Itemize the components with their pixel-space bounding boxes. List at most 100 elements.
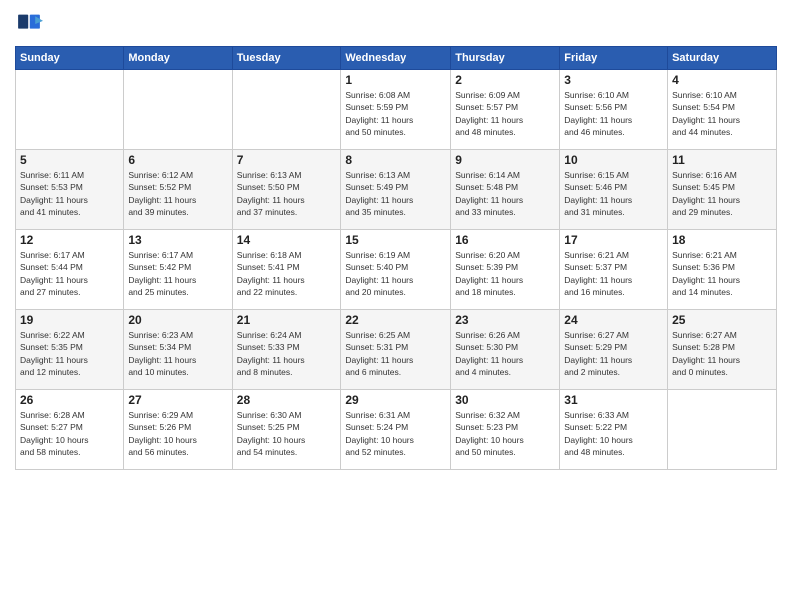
day-number: 9: [455, 153, 555, 167]
day-number: 28: [237, 393, 337, 407]
calendar-table: SundayMondayTuesdayWednesdayThursdayFrid…: [15, 46, 777, 470]
day-number: 6: [128, 153, 227, 167]
calendar-cell: 4 Sunrise: 6:10 AM Sunset: 5:54 PM Daylig…: [668, 70, 777, 150]
calendar-cell: 14 Sunrise: 6:18 AM Sunset: 5:41 PM Dayli…: [232, 230, 341, 310]
calendar-cell: 18 Sunrise: 6:21 AM Sunset: 5:36 PM Dayli…: [668, 230, 777, 310]
day-info: Sunrise: 6:16 AM Sunset: 5:45 PM Dayligh…: [672, 169, 772, 218]
day-number: 15: [345, 233, 446, 247]
calendar-container: SundayMondayTuesdayWednesdayThursdayFrid…: [0, 0, 792, 612]
day-info: Sunrise: 6:29 AM Sunset: 5:26 PM Dayligh…: [128, 409, 227, 458]
day-info: Sunrise: 6:15 AM Sunset: 5:46 PM Dayligh…: [564, 169, 663, 218]
day-number: 14: [237, 233, 337, 247]
calendar-cell: 26 Sunrise: 6:28 AM Sunset: 5:27 PM Dayli…: [16, 390, 124, 470]
calendar-cell: [232, 70, 341, 150]
day-number: 17: [564, 233, 663, 247]
day-info: Sunrise: 6:33 AM Sunset: 5:22 PM Dayligh…: [564, 409, 663, 458]
day-info: Sunrise: 6:27 AM Sunset: 5:29 PM Dayligh…: [564, 329, 663, 378]
calendar-cell: 13 Sunrise: 6:17 AM Sunset: 5:42 PM Dayli…: [124, 230, 232, 310]
calendar-cell: 28 Sunrise: 6:30 AM Sunset: 5:25 PM Dayli…: [232, 390, 341, 470]
calendar-cell: [124, 70, 232, 150]
calendar-cell: 25 Sunrise: 6:27 AM Sunset: 5:28 PM Dayli…: [668, 310, 777, 390]
calendar-cell: 30 Sunrise: 6:32 AM Sunset: 5:23 PM Dayli…: [451, 390, 560, 470]
day-info: Sunrise: 6:21 AM Sunset: 5:36 PM Dayligh…: [672, 249, 772, 298]
day-number: 22: [345, 313, 446, 327]
calendar-cell: 24 Sunrise: 6:27 AM Sunset: 5:29 PM Dayli…: [560, 310, 668, 390]
day-info: Sunrise: 6:13 AM Sunset: 5:50 PM Dayligh…: [237, 169, 337, 218]
day-info: Sunrise: 6:30 AM Sunset: 5:25 PM Dayligh…: [237, 409, 337, 458]
calendar-cell: 20Sunrise: 6:23 AM Sunset: 5:34 PM Dayli…: [124, 310, 232, 390]
weekday-sunday: Sunday: [16, 47, 124, 70]
week-row-3: 12Sunrise: 6:17 AM Sunset: 5:44 PM Dayli…: [16, 230, 777, 310]
day-number: 27: [128, 393, 227, 407]
day-info: Sunrise: 6:18 AM Sunset: 5:41 PM Dayligh…: [237, 249, 337, 298]
day-number: 3: [564, 73, 663, 87]
day-info: Sunrise: 6:20 AM Sunset: 5:39 PM Dayligh…: [455, 249, 555, 298]
day-number: 7: [237, 153, 337, 167]
weekday-tuesday: Tuesday: [232, 47, 341, 70]
day-number: 21: [237, 313, 337, 327]
calendar-cell: 21 Sunrise: 6:24 AM Sunset: 5:33 PM Dayli…: [232, 310, 341, 390]
weekday-friday: Friday: [560, 47, 668, 70]
day-info: Sunrise: 6:22 AM Sunset: 5:35 PM Dayligh…: [20, 329, 119, 378]
day-info: Sunrise: 6:17 AM Sunset: 5:44 PM Dayligh…: [20, 249, 119, 298]
day-info: Sunrise: 6:26 AM Sunset: 5:30 PM Dayligh…: [455, 329, 555, 378]
week-row-1: 1Sunrise: 6:08 AM Sunset: 5:59 PM Daylig…: [16, 70, 777, 150]
calendar-cell: [668, 390, 777, 470]
day-number: 25: [672, 313, 772, 327]
day-number: 19: [20, 313, 119, 327]
weekday-monday: Monday: [124, 47, 232, 70]
calendar-cell: 16 Sunrise: 6:20 AM Sunset: 5:39 PM Dayli…: [451, 230, 560, 310]
calendar-cell: 9 Sunrise: 6:14 AM Sunset: 5:48 PM Daylig…: [451, 150, 560, 230]
day-info: Sunrise: 6:28 AM Sunset: 5:27 PM Dayligh…: [20, 409, 119, 458]
calendar-cell: 6Sunrise: 6:12 AM Sunset: 5:52 PM Daylig…: [124, 150, 232, 230]
day-info: Sunrise: 6:24 AM Sunset: 5:33 PM Dayligh…: [237, 329, 337, 378]
header: [15, 10, 777, 38]
calendar-cell: 19 Sunrise: 6:22 AM Sunset: 5:35 PM Dayli…: [16, 310, 124, 390]
day-number: 18: [672, 233, 772, 247]
day-info: Sunrise: 6:25 AM Sunset: 5:31 PM Dayligh…: [345, 329, 446, 378]
calendar-cell: 17Sunrise: 6:21 AM Sunset: 5:37 PM Dayli…: [560, 230, 668, 310]
calendar-cell: [16, 70, 124, 150]
week-row-2: 5Sunrise: 6:11 AM Sunset: 5:53 PM Daylig…: [16, 150, 777, 230]
weekday-thursday: Thursday: [451, 47, 560, 70]
calendar-cell: 3 Sunrise: 6:10 AM Sunset: 5:56 PM Daylig…: [560, 70, 668, 150]
week-row-5: 26 Sunrise: 6:28 AM Sunset: 5:27 PM Dayli…: [16, 390, 777, 470]
calendar-cell: 15 Sunrise: 6:19 AM Sunset: 5:40 PM Dayli…: [341, 230, 451, 310]
day-number: 11: [672, 153, 772, 167]
calendar-cell: 23Sunrise: 6:26 AM Sunset: 5:30 PM Dayli…: [451, 310, 560, 390]
day-info: Sunrise: 6:19 AM Sunset: 5:40 PM Dayligh…: [345, 249, 446, 298]
day-info: Sunrise: 6:10 AM Sunset: 5:54 PM Dayligh…: [672, 89, 772, 138]
day-info: Sunrise: 6:13 AM Sunset: 5:49 PM Dayligh…: [345, 169, 446, 218]
day-info: Sunrise: 6:17 AM Sunset: 5:42 PM Dayligh…: [128, 249, 227, 298]
day-info: Sunrise: 6:27 AM Sunset: 5:28 PM Dayligh…: [672, 329, 772, 378]
day-number: 8: [345, 153, 446, 167]
day-info: Sunrise: 6:08 AM Sunset: 5:59 PM Dayligh…: [345, 89, 446, 138]
day-info: Sunrise: 6:10 AM Sunset: 5:56 PM Dayligh…: [564, 89, 663, 138]
day-number: 26: [20, 393, 119, 407]
calendar-cell: 2 Sunrise: 6:09 AM Sunset: 5:57 PM Daylig…: [451, 70, 560, 150]
weekday-wednesday: Wednesday: [341, 47, 451, 70]
day-number: 4: [672, 73, 772, 87]
day-number: 2: [455, 73, 555, 87]
day-number: 31: [564, 393, 663, 407]
weekday-header-row: SundayMondayTuesdayWednesdayThursdayFrid…: [16, 47, 777, 70]
logo: [15, 10, 47, 38]
calendar-cell: 27 Sunrise: 6:29 AM Sunset: 5:26 PM Dayli…: [124, 390, 232, 470]
day-number: 10: [564, 153, 663, 167]
day-info: Sunrise: 6:14 AM Sunset: 5:48 PM Dayligh…: [455, 169, 555, 218]
calendar-cell: 1Sunrise: 6:08 AM Sunset: 5:59 PM Daylig…: [341, 70, 451, 150]
week-row-4: 19 Sunrise: 6:22 AM Sunset: 5:35 PM Dayli…: [16, 310, 777, 390]
calendar-cell: 8 Sunrise: 6:13 AM Sunset: 5:49 PM Daylig…: [341, 150, 451, 230]
calendar-cell: 29 Sunrise: 6:31 AM Sunset: 5:24 PM Dayli…: [341, 390, 451, 470]
day-info: Sunrise: 6:32 AM Sunset: 5:23 PM Dayligh…: [455, 409, 555, 458]
day-info: Sunrise: 6:09 AM Sunset: 5:57 PM Dayligh…: [455, 89, 555, 138]
day-number: 29: [345, 393, 446, 407]
day-number: 30: [455, 393, 555, 407]
day-number: 24: [564, 313, 663, 327]
calendar-cell: 7 Sunrise: 6:13 AM Sunset: 5:50 PM Daylig…: [232, 150, 341, 230]
calendar-cell: 5Sunrise: 6:11 AM Sunset: 5:53 PM Daylig…: [16, 150, 124, 230]
day-number: 13: [128, 233, 227, 247]
calendar-cell: 11 Sunrise: 6:16 AM Sunset: 5:45 PM Dayli…: [668, 150, 777, 230]
day-number: 16: [455, 233, 555, 247]
day-info: Sunrise: 6:31 AM Sunset: 5:24 PM Dayligh…: [345, 409, 446, 458]
